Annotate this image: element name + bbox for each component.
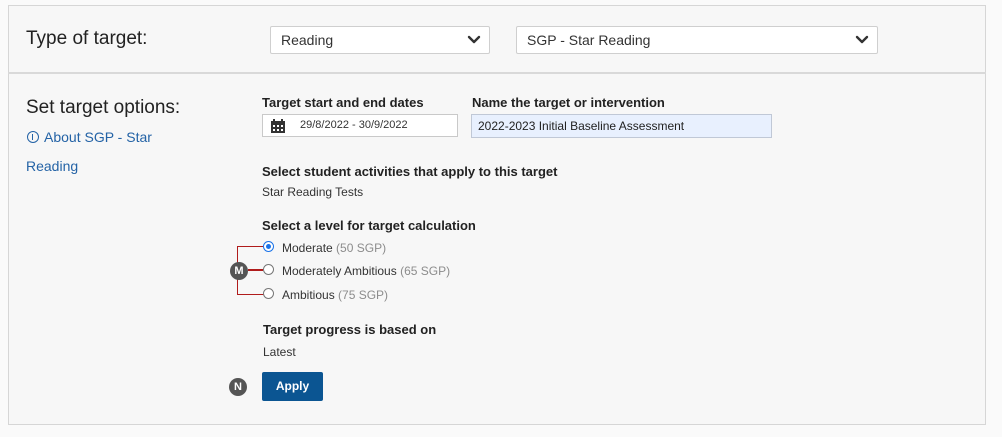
- progress-label: Target progress is based on: [263, 322, 437, 337]
- subject-select-value: Reading: [281, 32, 334, 48]
- level-detail: (75 SGP): [338, 288, 389, 302]
- activities-value: Star Reading Tests: [262, 185, 364, 199]
- info-icon: [27, 131, 39, 143]
- chevron-down-icon: [467, 35, 481, 44]
- level-name: Moderately Ambitious: [282, 264, 397, 278]
- date-range-input[interactable]: 29/8/2022 - 30/9/2022: [262, 114, 458, 137]
- annotation-marker-n: N: [229, 378, 247, 396]
- target-panel: [8, 5, 986, 425]
- target-type-select-value: SGP - Star Reading: [527, 32, 651, 48]
- about-sgp-link[interactable]: About SGP - Star: [44, 129, 152, 145]
- subject-select[interactable]: Reading: [270, 26, 490, 54]
- progress-value: Latest: [263, 345, 296, 359]
- annotation-marker-m: M: [230, 262, 248, 280]
- level-radio-moderately-ambitious[interactable]: [263, 264, 274, 275]
- level-radio-moderate[interactable]: [263, 241, 274, 252]
- chevron-down-icon: [855, 35, 869, 44]
- level-detail: (65 SGP): [400, 264, 451, 278]
- name-label: Name the target or intervention: [472, 95, 665, 110]
- calendar-icon: [271, 119, 285, 133]
- about-sgp-link-continued[interactable]: Reading: [26, 158, 78, 174]
- section-divider: [8, 72, 986, 74]
- activities-label: Select student activities that apply to …: [262, 164, 558, 179]
- level-option-ambitious: Ambitious (75 SGP): [282, 288, 388, 302]
- target-type-select[interactable]: SGP - Star Reading: [516, 26, 878, 54]
- level-option-moderate: Moderate (50 SGP): [282, 241, 386, 255]
- level-label: Select a level for target calculation: [262, 218, 476, 233]
- target-name-input[interactable]: 2022-2023 Initial Baseline Assessment: [471, 114, 772, 138]
- dates-label: Target start and end dates: [262, 95, 424, 110]
- set-target-options-label: Set target options:: [26, 97, 181, 118]
- level-option-moderately-ambitious: Moderately Ambitious (65 SGP): [282, 264, 450, 278]
- level-detail: (50 SGP): [336, 241, 387, 255]
- date-range-value: 29/8/2022 - 30/9/2022: [300, 119, 408, 131]
- level-name: Moderate: [282, 241, 333, 255]
- level-radio-ambitious[interactable]: [263, 288, 274, 299]
- apply-button[interactable]: Apply: [262, 372, 323, 401]
- annotation-bracket-tick: [248, 269, 263, 271]
- type-of-target-label: Type of target:: [26, 28, 148, 49]
- level-name: Ambitious: [282, 288, 335, 302]
